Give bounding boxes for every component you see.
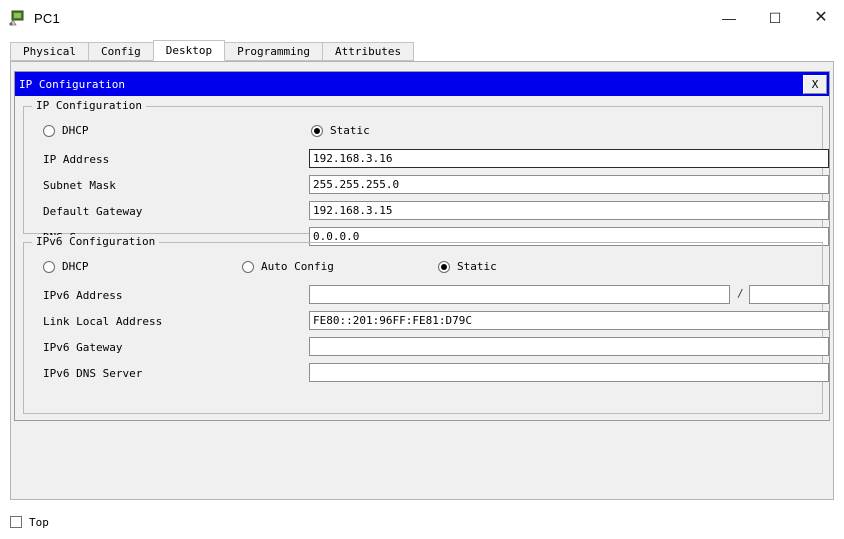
subnet-mask-input[interactable] — [309, 175, 829, 194]
close-icon: ✕ — [814, 9, 828, 26]
radio-circle-icon — [43, 124, 55, 137]
pc-device-icon — [8, 9, 26, 27]
ipv6-dns-server-label: IPv6 DNS Server — [43, 367, 143, 380]
dialog-close-button[interactable]: X — [803, 74, 827, 94]
ip-address-input[interactable] — [309, 149, 829, 168]
ipv6-static-label: Static — [457, 260, 497, 273]
minimize-icon: — — [722, 10, 736, 26]
tab-attributes[interactable]: Attributes — [321, 42, 415, 61]
maximize-icon: ☐ — [768, 10, 782, 26]
ipv6-dhcp-label: DHCP — [62, 260, 89, 273]
tab-programming[interactable]: Programming — [224, 42, 323, 61]
window-controls: — ☐ ✕ — [706, 0, 844, 36]
tab-bar: Physical Config Desktop Programming Attr… — [10, 40, 834, 61]
maximize-button[interactable]: ☐ — [752, 0, 798, 36]
ipv6-group-legend: IPv6 Configuration — [32, 235, 160, 248]
ipv6-gateway-input[interactable] — [309, 337, 829, 356]
ipv4-configuration-group: IP Configuration DHCP Static IP Address … — [23, 99, 829, 246]
radio-circle-icon — [242, 260, 254, 273]
window-title: PC1 — [34, 10, 60, 26]
desktop-panel: IP Configuration X IP Configuration DHCP… — [10, 61, 834, 500]
top-checkbox[interactable] — [10, 516, 22, 528]
ipv6-dns-server-input[interactable] — [309, 363, 829, 382]
ipv4-static-radio[interactable]: Static — [311, 124, 370, 137]
window-title-bar: PC1 — ☐ ✕ — [0, 0, 844, 36]
close-button[interactable]: ✕ — [798, 0, 844, 36]
minimize-button[interactable]: — — [706, 0, 752, 36]
ipv6-dhcp-radio[interactable]: DHCP — [43, 260, 89, 273]
ipv6-prefix-input[interactable] — [749, 285, 829, 304]
subnet-mask-label: Subnet Mask — [43, 179, 116, 192]
tab-desktop[interactable]: Desktop — [152, 40, 226, 61]
ipv6-auto-config-label: Auto Config — [261, 260, 334, 273]
ipv6-gateway-label: IPv6 Gateway — [43, 341, 123, 354]
ip-address-label: IP Address — [43, 153, 110, 166]
radio-circle-selected-icon — [438, 260, 450, 273]
ipv6-auto-config-radio[interactable]: Auto Config — [242, 260, 334, 273]
link-local-address-label: Link Local Address — [43, 315, 163, 328]
radio-circle-selected-icon — [311, 124, 323, 137]
ipv6-address-label: IPv6 Address — [43, 289, 123, 302]
ipv4-static-label: Static — [330, 124, 370, 137]
tab-config[interactable]: Config — [87, 42, 154, 61]
ipv4-dhcp-label: DHCP — [62, 124, 89, 137]
ipv6-prefix-separator: / — [737, 287, 744, 300]
radio-circle-icon — [43, 260, 55, 273]
ip-configuration-dialog: IP Configuration X IP Configuration DHCP… — [14, 71, 830, 421]
dialog-title-bar: IP Configuration X — [15, 72, 829, 96]
link-local-address-input[interactable] — [309, 311, 829, 330]
ipv6-address-input[interactable] — [309, 285, 730, 304]
top-checkbox-label: Top — [29, 515, 49, 529]
ipv4-dhcp-radio[interactable]: DHCP — [43, 124, 89, 137]
tab-physical[interactable]: Physical — [10, 42, 89, 61]
dialog-title: IP Configuration — [19, 77, 125, 91]
ipv6-static-radio[interactable]: Static — [438, 260, 497, 273]
default-gateway-label: Default Gateway — [43, 205, 143, 218]
ipv6-configuration-group: IPv6 Configuration DHCP Auto Config Stat… — [23, 235, 829, 414]
footer-bar: Top — [0, 505, 844, 539]
ipv4-group-legend: IP Configuration — [32, 99, 146, 112]
dialog-close-icon: X — [811, 77, 819, 91]
default-gateway-input[interactable] — [309, 201, 829, 220]
